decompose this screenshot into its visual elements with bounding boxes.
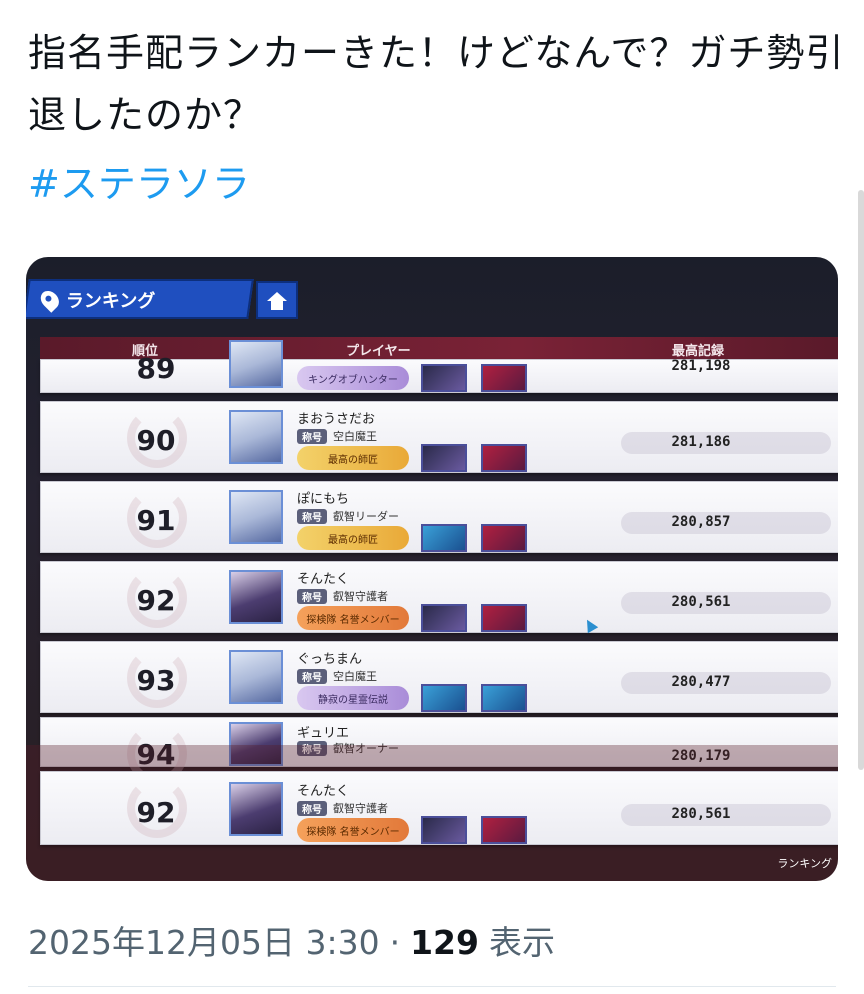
player-badge: キングオブハンター bbox=[297, 366, 409, 390]
tweet-meta: 2025年12月05日 3:30 · 129 表示 bbox=[28, 916, 555, 964]
player-badge: 探検隊 名誉メンバー bbox=[297, 818, 409, 842]
player-avatar bbox=[229, 410, 283, 464]
player-column-header: プレイヤー bbox=[346, 344, 411, 359]
player-title: 叡智守護者 bbox=[333, 590, 388, 603]
location-pin-icon bbox=[37, 287, 63, 313]
meta-separator: · bbox=[389, 923, 401, 962]
character-card-icon bbox=[481, 684, 527, 712]
player-title: 叡智守護者 bbox=[333, 802, 388, 815]
player-avatar bbox=[229, 650, 283, 704]
score-value: 281,198 bbox=[671, 358, 731, 374]
title-label: 称号 bbox=[297, 588, 327, 604]
score-value: 281,186 bbox=[671, 434, 731, 450]
score-value: 280,857 bbox=[671, 514, 731, 530]
player-title: 空白魔王 bbox=[333, 670, 377, 683]
hashtag-link[interactable]: #ステラソラ bbox=[28, 158, 250, 210]
player-name: まおうさだお bbox=[297, 412, 376, 427]
character-card-icon bbox=[481, 444, 527, 472]
title-label: 称号 bbox=[297, 668, 327, 684]
divider bbox=[28, 986, 836, 987]
game-ranking-header: ランキング bbox=[26, 279, 254, 319]
player-name: ぽにもち bbox=[297, 492, 350, 507]
player-badge: 探検隊 名誉メンバー bbox=[297, 606, 409, 630]
tweet-photo[interactable]: ランキング 順位 プレイヤー 最高記録 89 キングオブハンター 281,198… bbox=[26, 257, 838, 881]
rank-number: 91 bbox=[136, 504, 176, 537]
title-label: 称号 bbox=[297, 508, 327, 524]
tweet-date[interactable]: 2025年12月05日 3:30 bbox=[28, 916, 380, 964]
character-card-icon bbox=[421, 364, 467, 392]
player-badge: 最高の師匠 bbox=[297, 526, 409, 550]
ranking-title: ランキング bbox=[65, 291, 156, 312]
player-badge: 静寂の星霊伝説 bbox=[297, 686, 409, 710]
player-badge: 最高の師匠 bbox=[297, 446, 409, 470]
player-name: そんたく bbox=[297, 784, 350, 799]
character-card-icon bbox=[481, 604, 527, 632]
title-label: 称号 bbox=[297, 800, 327, 816]
player-avatar bbox=[229, 490, 283, 544]
character-card-icon bbox=[481, 524, 527, 552]
player-avatar bbox=[229, 782, 283, 836]
tweet-text: 指名手配ランカーきた！けどなんで？ガチ勢引退したのか？ bbox=[28, 31, 845, 137]
view-count: 129 bbox=[410, 923, 479, 962]
rank-number: 90 bbox=[136, 424, 176, 457]
character-card-icon bbox=[421, 816, 467, 844]
character-card-icon bbox=[481, 816, 527, 844]
score-value: 280,561 bbox=[671, 806, 731, 822]
ranking-row: 89 キングオブハンター 281,198 bbox=[40, 340, 838, 393]
score-value: 280,477 bbox=[671, 674, 731, 690]
scrollbar[interactable] bbox=[858, 190, 864, 770]
view-label: 表示 bbox=[488, 923, 555, 962]
ranking-row: 92 そんたく 称号 叡智守護者 探検隊 名誉メンバー 280,561 bbox=[40, 561, 838, 633]
ranking-footer-tag: ランキング bbox=[777, 857, 832, 870]
home-button bbox=[256, 281, 298, 319]
score-value: 280,561 bbox=[671, 594, 731, 610]
player-name: ぐっちまん bbox=[297, 652, 363, 667]
player-name: そんたく bbox=[297, 572, 350, 587]
ranking-row: 90 まおうさだお 称号 空白魔王 最高の師匠 281,186 bbox=[40, 401, 838, 473]
player-avatar bbox=[229, 340, 283, 388]
ranking-row: 91 ぽにもち 称号 叡智リーダー 最高の師匠 280,857 bbox=[40, 481, 838, 553]
rank-number: 89 bbox=[136, 352, 176, 385]
player-title: 空白魔王 bbox=[333, 430, 377, 443]
player-title: 叡智リーダー bbox=[333, 510, 399, 523]
rank-number: 92 bbox=[136, 584, 176, 617]
character-card-icon bbox=[421, 604, 467, 632]
player-name: ギュリエ bbox=[297, 726, 350, 741]
home-icon bbox=[267, 291, 287, 310]
character-card-icon bbox=[421, 684, 467, 712]
title-label: 称号 bbox=[297, 428, 327, 444]
rank-number: 92 bbox=[136, 796, 176, 829]
ranking-row: 93 ぐっちまん 称号 空白魔王 静寂の星霊伝説 280,477 bbox=[40, 641, 838, 713]
rank-number: 93 bbox=[136, 664, 176, 697]
own-ranking-row: 92 そんたく 称号 叡智守護者 探検隊 名誉メンバー 280,561 bbox=[40, 771, 838, 845]
player-avatar bbox=[229, 570, 283, 624]
character-card-icon bbox=[421, 444, 467, 472]
score-column-header: 最高記録 bbox=[672, 344, 725, 359]
character-card-icon bbox=[481, 364, 527, 392]
character-card-icon bbox=[421, 524, 467, 552]
